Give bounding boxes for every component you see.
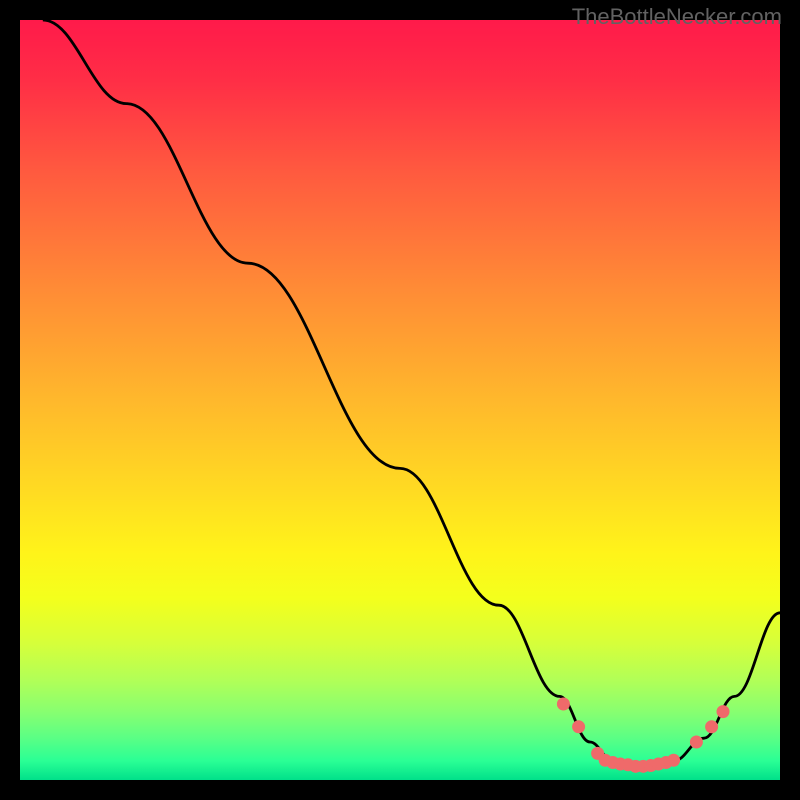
watermark-text: TheBottleNecker.com (572, 4, 782, 30)
chart-marker (717, 705, 730, 718)
chart-marker (690, 736, 703, 749)
chart-svg (20, 20, 780, 780)
chart-marker (557, 698, 570, 711)
chart-plot-area (20, 20, 780, 780)
chart-marker (667, 754, 680, 767)
chart-background (20, 20, 780, 780)
chart-marker (705, 720, 718, 733)
chart-marker (572, 720, 585, 733)
